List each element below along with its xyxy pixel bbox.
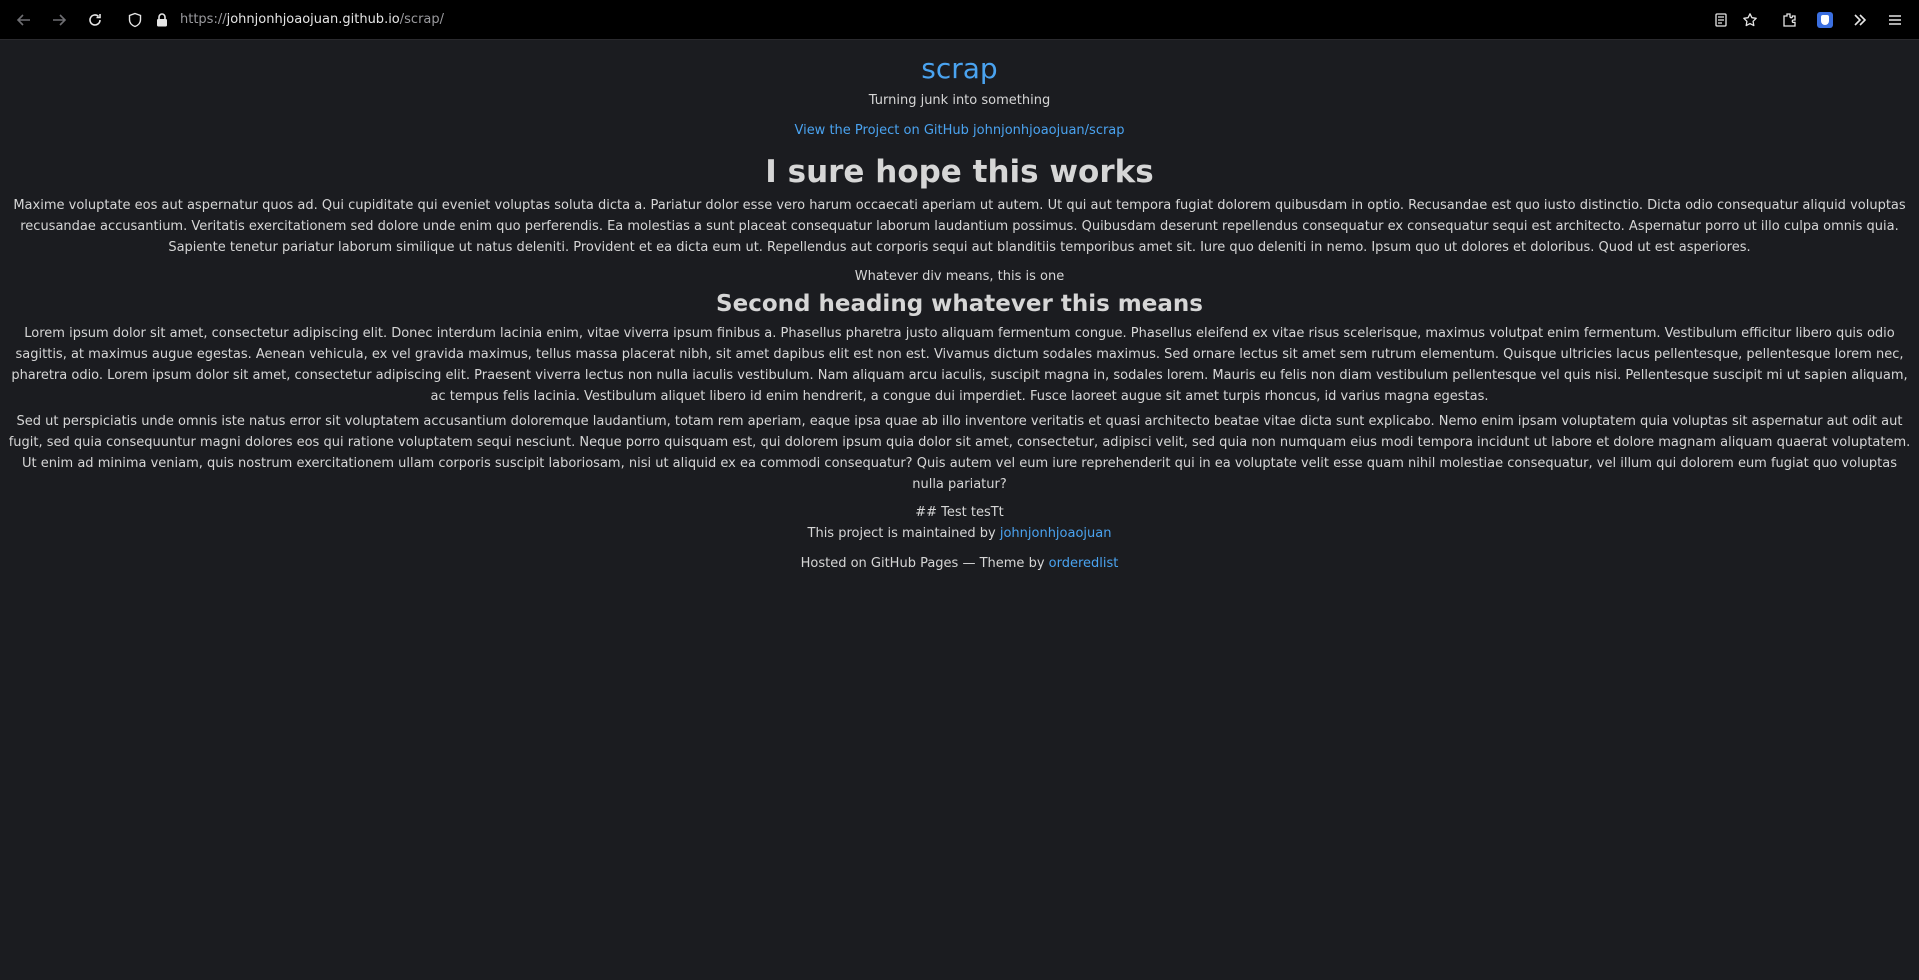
url-host: johnjonhjoaojuan.github.io: [226, 12, 400, 27]
back-arrow-icon[interactable]: [14, 10, 34, 30]
reload-icon[interactable]: [85, 10, 105, 30]
bookmark-star-icon[interactable]: [1740, 10, 1760, 30]
site-title: scrap: [6, 52, 1913, 86]
hamburger-menu-icon[interactable]: [1885, 10, 1905, 30]
maintainer-prefix: This project is maintained by: [807, 526, 1000, 541]
reader-view-icon[interactable]: [1711, 10, 1731, 30]
browser-toolbar: https://johnjonhjoaojuan.github.io/scrap…: [0, 0, 1919, 40]
theme-author-link[interactable]: orderedlist: [1049, 556, 1119, 571]
hosted-line: Hosted on GitHub Pages — Theme by ordere…: [6, 555, 1913, 573]
url-protocol: https://: [180, 12, 227, 27]
overflow-chevrons-icon[interactable]: [1850, 10, 1870, 30]
shield-icon[interactable]: [125, 10, 145, 30]
maintainer-line: This project is maintained by johnjonhjo…: [6, 525, 1913, 543]
second-heading: Second heading whatever this means: [716, 291, 1203, 317]
paragraph-2: Lorem ipsum dolor sit amet, consectetur …: [11, 326, 1908, 404]
site-tagline: Turning junk into something: [868, 93, 1051, 108]
div-text: Whatever div means, this is one: [854, 269, 1065, 284]
url-path: /scrap/: [399, 12, 445, 27]
forward-arrow-icon[interactable]: [49, 10, 69, 30]
paragraph-1: Maxime voluptate eos aut aspernatur quos…: [13, 198, 1906, 255]
page-content: scrap Turning junk into something View t…: [0, 41, 1919, 980]
github-project-link[interactable]: View the Project on GitHub johnjonhjoaoj…: [794, 122, 1124, 140]
extensions-icon[interactable]: [1779, 10, 1799, 30]
hosted-prefix: Hosted on GitHub Pages — Theme by: [800, 556, 1049, 571]
lock-icon[interactable]: [152, 10, 172, 30]
site-title-link[interactable]: scrap: [921, 52, 997, 85]
test-line: ## Test tesTt: [915, 505, 1004, 520]
paragraph-3: Sed ut perspiciatis unde omnis iste natu…: [8, 414, 1911, 492]
maintainer-link[interactable]: johnjonhjoaojuan: [1000, 526, 1112, 541]
main-heading: I sure hope this works: [765, 154, 1154, 190]
extension-badge-icon[interactable]: [1815, 10, 1835, 30]
url-bar[interactable]: https://johnjonhjoaojuan.github.io/scrap…: [180, 11, 444, 29]
